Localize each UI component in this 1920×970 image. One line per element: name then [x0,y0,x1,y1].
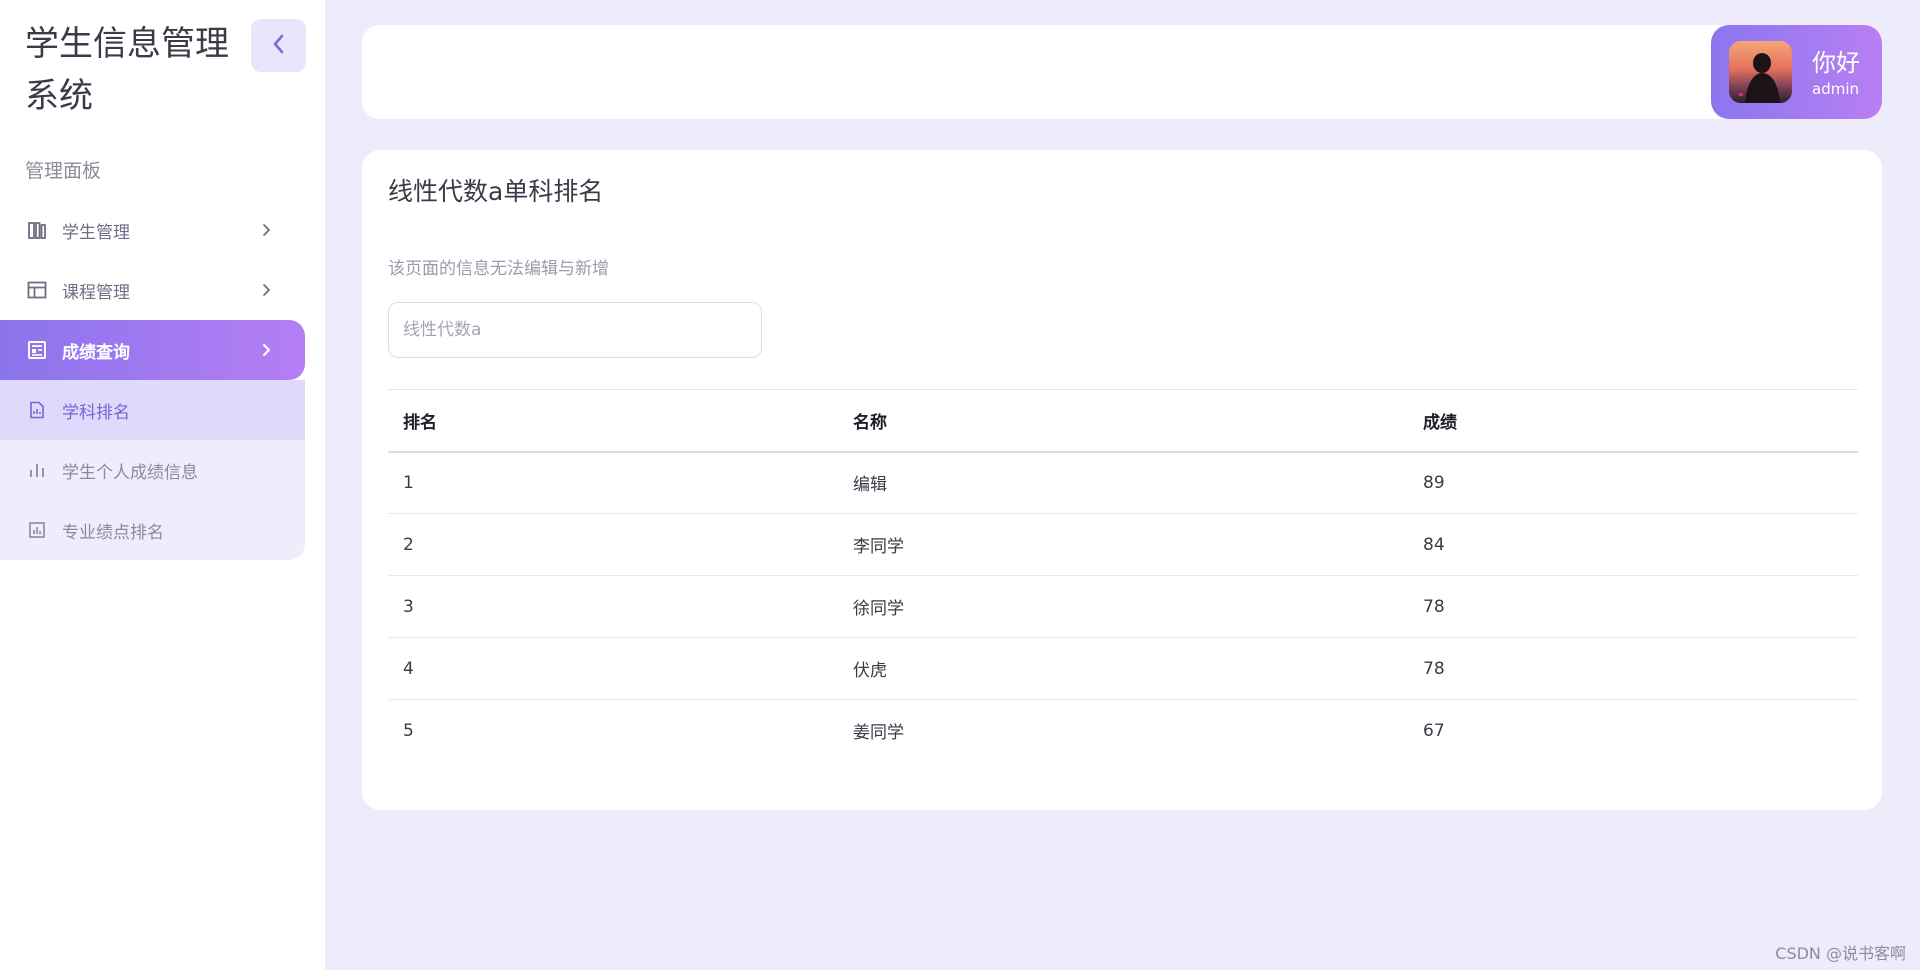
cell-name: 伏虎 [838,637,1408,700]
chart-box-icon [25,518,49,542]
user-card[interactable]: 你好 admin [1711,25,1882,119]
cell-name: 徐同学 [838,575,1408,638]
table-row[interactable]: 2 李同学 84 [388,513,1858,576]
chevron-right-icon [259,283,273,297]
cell-rank: 5 [403,720,414,741]
table-row[interactable]: 5 姜同学 67 [388,700,1858,762]
chevron-right-icon [259,343,273,357]
greeting-text: 你好 [1812,49,1860,77]
report-icon [25,398,49,422]
chevron-right-icon [259,223,273,237]
sidebar-item-student-management[interactable]: 学生管理 [0,200,305,260]
sidebar-item-label: 课程管理 [62,282,130,303]
ranking-table: 排名 名称 成绩 1 编辑 89 2 李同学 84 3 徐同学 78 4 伏虎 … [388,389,1858,762]
submenu-item-label: 学生个人成绩信息 [62,462,198,483]
submenu-item-gpa-ranking[interactable]: 专业绩点排名 [0,500,305,560]
book-icon [25,218,49,242]
cell-name: 编辑 [838,451,1408,514]
submenu-item-label: 学科排名 [62,402,130,423]
watermark: CSDN @说书客啊 [1775,944,1906,963]
table-header-row: 排名 名称 成绩 [388,389,1858,453]
submenu-item-label: 专业绩点排名 [62,522,164,543]
section-label: 管理面板 [25,160,102,182]
sidebar-item-label: 学生管理 [62,222,130,243]
sidebar-item-grade-query[interactable]: 成绩查询 [0,320,305,380]
table-row[interactable]: 1 编辑 89 [388,451,1858,514]
column-header-rank[interactable]: 排名 [388,389,838,453]
page-title: 线性代数a单科排名 [388,177,604,206]
cell-rank: 4 [388,637,838,700]
avatar[interactable] [1729,41,1792,103]
newspaper-icon [25,338,49,362]
submenu-item-subject-ranking[interactable]: 学科排名 [0,380,305,440]
column-header-name[interactable]: 名称 [838,389,1408,453]
bar-chart-icon [25,458,49,482]
main-card: 线性代数a单科排名 该页面的信息无法编辑与新增 排名 名称 成绩 1 编辑 89… [362,150,1882,810]
cell-score: 78 [1408,575,1858,638]
cell-rank: 1 [388,451,838,514]
subject-search-input[interactable] [388,302,762,358]
cell-score: 84 [1408,513,1858,576]
sidebar-item-course-management[interactable]: 课程管理 [0,260,305,320]
collapse-sidebar-button[interactable] [251,19,306,72]
cell-rank: 2 [388,513,838,576]
submenu-grade-query: 学科排名 学生个人成绩信息 专业绩点排名 [0,380,305,560]
cell-name: 李同学 [838,513,1408,576]
cell-score: 78 [1408,637,1858,700]
table-icon [25,278,49,302]
table-row[interactable]: 4 伏虎 78 [388,637,1858,700]
column-header-score[interactable]: 成绩 [1408,389,1858,453]
chevron-left-icon [271,33,287,59]
cell-name: 姜同学 [853,723,904,744]
sidebar: 学生信息管理系统 管理面板 学生管理 课程管理 成绩查询 学科排名 学生个人成绩… [0,0,325,970]
table-row[interactable]: 3 徐同学 78 [388,575,1858,638]
page-note: 该页面的信息无法编辑与新增 [388,259,609,279]
submenu-item-student-grades[interactable]: 学生个人成绩信息 [0,440,305,500]
cell-rank: 3 [388,575,838,638]
username-text: admin [1812,80,1859,98]
cell-score: 89 [1408,451,1858,514]
cell-score: 67 [1423,720,1445,741]
sidebar-item-label: 成绩查询 [62,342,130,363]
top-header [362,25,1882,119]
app-title: 学生信息管理系统 [25,24,229,116]
